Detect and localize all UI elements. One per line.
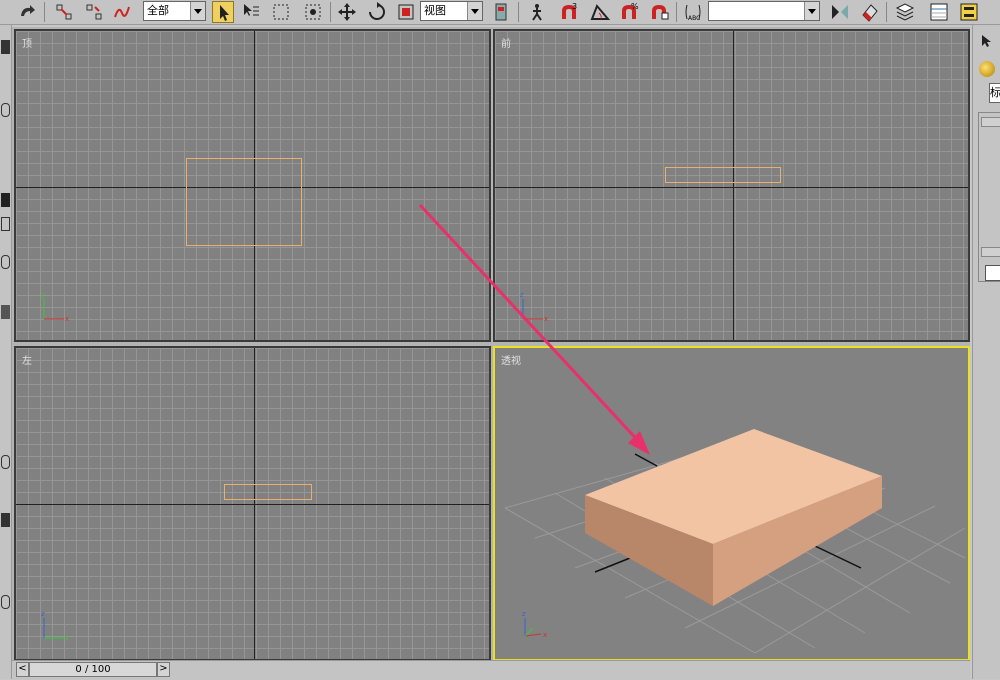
- strip-tool-icon[interactable]: [1, 255, 10, 269]
- svg-text:x: x: [544, 315, 548, 323]
- layer-manager-icon[interactable]: [894, 1, 916, 23]
- window-crossing-icon[interactable]: [302, 1, 324, 23]
- cursor-icon[interactable]: [979, 33, 995, 49]
- world-axis-y: [634, 453, 658, 467]
- svg-text:y: y: [41, 291, 45, 299]
- rollout-header[interactable]: [981, 247, 1000, 257]
- viewport-left-label[interactable]: 左: [22, 352, 32, 367]
- edit-named-selection-icon[interactable]: ABC: [682, 1, 704, 23]
- left-tool-strip: [0, 25, 12, 679]
- rectangular-selection-icon[interactable]: [270, 1, 292, 23]
- world-axis-z: [254, 348, 255, 659]
- strip-tool-icon[interactable]: [1, 217, 10, 231]
- geometry-sphere-icon[interactable]: [979, 61, 995, 77]
- main-toolbar: 全部 视图 3 % ABC: [0, 0, 1000, 25]
- perspective-scene: [504, 429, 966, 654]
- rollout-header[interactable]: [981, 117, 1000, 127]
- strip-tool-icon[interactable]: [1, 513, 10, 527]
- svg-text:3: 3: [572, 2, 577, 11]
- axis-gizmo: z x: [522, 610, 547, 639]
- schematic-view-icon[interactable]: [958, 1, 980, 23]
- svg-text:%: %: [631, 2, 639, 11]
- box-object[interactable]: [585, 429, 882, 606]
- move-icon[interactable]: [336, 1, 358, 23]
- curve-editor-icon[interactable]: [928, 1, 950, 23]
- reference-coordinate-value: 视图: [424, 4, 446, 17]
- svg-text:z: z: [522, 610, 526, 618]
- bind-to-space-warp-icon[interactable]: [111, 1, 133, 23]
- svg-text:x: x: [543, 631, 547, 639]
- select-by-name-icon[interactable]: [240, 1, 262, 23]
- time-prev-button[interactable]: <: [16, 662, 29, 677]
- viewport-left[interactable]: 左 z y: [14, 346, 491, 661]
- color-swatch[interactable]: [985, 265, 1000, 281]
- box-outline-left[interactable]: [224, 484, 312, 500]
- time-slider[interactable]: 0 / 100: [29, 662, 157, 677]
- select-object-icon[interactable]: [212, 1, 234, 23]
- align-icon[interactable]: [859, 1, 881, 23]
- rotate-icon[interactable]: [366, 1, 388, 23]
- svg-text:x: x: [65, 315, 69, 323]
- angle-snap-icon[interactable]: [589, 1, 611, 23]
- redo-icon[interactable]: [16, 1, 38, 23]
- axis-gizmo: y x: [41, 291, 69, 323]
- svg-text:z: z: [41, 610, 45, 618]
- strip-tool-icon[interactable]: [1, 103, 10, 117]
- mirror-icon[interactable]: [829, 1, 851, 23]
- svg-text:ABC: ABC: [688, 15, 700, 22]
- scale-icon[interactable]: [395, 1, 417, 23]
- spinner-snap-icon[interactable]: [648, 1, 670, 23]
- box-outline-front[interactable]: [665, 167, 781, 183]
- snaps-toggle-icon[interactable]: 3: [558, 1, 580, 23]
- box-outline-top[interactable]: [186, 158, 302, 246]
- viewport-front-label[interactable]: 前: [501, 35, 511, 50]
- world-axis-y: [814, 545, 862, 569]
- select-and-link-icon[interactable]: [53, 1, 75, 23]
- selection-filter-value: 全部: [147, 4, 169, 17]
- strip-tool-icon[interactable]: [1, 455, 10, 469]
- pivot-point-icon[interactable]: [490, 1, 512, 23]
- panel-tab[interactable]: 标: [989, 83, 1000, 103]
- command-panel: 标: [972, 25, 1000, 679]
- strip-tool-icon[interactable]: [1, 40, 10, 54]
- unlink-selection-icon[interactable]: [83, 1, 105, 23]
- svg-text:z: z: [520, 291, 524, 299]
- viewport-area: 顶 y x 前 z x 左 z y 透视 z x: [12, 27, 970, 663]
- strip-tool-icon[interactable]: [1, 595, 10, 609]
- named-selection-set-select[interactable]: [708, 1, 820, 21]
- axis-gizmo: z y: [41, 610, 69, 642]
- viewport-top[interactable]: 顶 y x: [14, 29, 491, 342]
- viewport-front[interactable]: 前 z x: [493, 29, 970, 342]
- percent-snap-icon[interactable]: %: [618, 1, 640, 23]
- time-next-button[interactable]: >: [157, 662, 170, 677]
- viewport-perspective[interactable]: 透视 z x: [493, 346, 970, 661]
- viewport-top-label[interactable]: 顶: [22, 35, 32, 50]
- strip-tool-icon[interactable]: [1, 305, 10, 319]
- strip-tool-icon[interactable]: [1, 193, 10, 207]
- reference-coordinate-select[interactable]: 视图: [420, 1, 483, 21]
- axis-gizmo: z x: [520, 291, 548, 323]
- timeline-bar: < 0 / 100 >: [12, 660, 970, 680]
- svg-text:y: y: [65, 634, 69, 642]
- world-axis-z: [733, 31, 734, 340]
- selection-filter-select[interactable]: 全部: [143, 1, 206, 21]
- select-manipulate-icon[interactable]: [526, 1, 548, 23]
